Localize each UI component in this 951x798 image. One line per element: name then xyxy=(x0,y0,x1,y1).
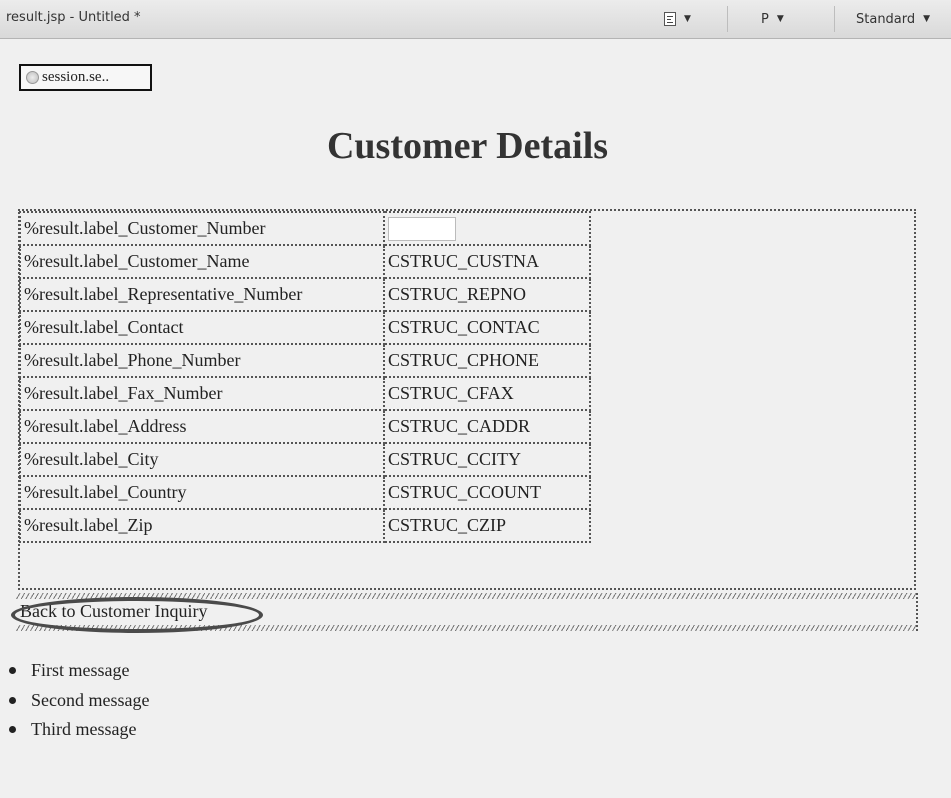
bullet-icon xyxy=(9,696,16,704)
chevron-down-icon: ▼ xyxy=(776,14,784,24)
style-dropdown[interactable]: P ▼ xyxy=(761,8,784,30)
table-row: %result.label_Customer_Name CSTRUC_CUSTN… xyxy=(19,244,591,279)
editor-tab-title[interactable]: result.jsp - Untitled * xyxy=(6,10,141,25)
chevron-down-icon: ▼ xyxy=(923,14,931,24)
editor-toolbar: result.jsp - Untitled * ▼ P ▼ Standard ▼ xyxy=(0,0,951,39)
field-label: %result.label_City xyxy=(19,442,385,477)
table-row: %result.label_Address CSTRUC_CADDR xyxy=(19,409,591,444)
highlight-circle xyxy=(11,597,263,633)
field-value[interactable]: CSTRUC_CCOUNT xyxy=(383,475,591,510)
table-row: %result.label_Phone_Number CSTRUC_CPHONE xyxy=(19,343,591,378)
session-bean-label: session.se.. xyxy=(42,69,110,85)
field-label: %result.label_Phone_Number xyxy=(19,343,385,378)
bullet-icon xyxy=(9,667,16,675)
field-label: %result.label_Customer_Name xyxy=(19,244,385,279)
toolbar-divider xyxy=(834,6,835,32)
field-label: %result.label_Address xyxy=(19,409,385,444)
table-row: %result.label_Representative_Number CSTR… xyxy=(19,277,591,312)
field-value[interactable]: CSTRUC_CONTAC xyxy=(383,310,591,345)
field-label: %result.label_Representative_Number xyxy=(19,277,385,312)
field-value[interactable]: CSTRUC_CZIP xyxy=(383,508,591,543)
customer-details-table: %result.label_Customer_Number %result.la… xyxy=(19,211,591,543)
field-label: %result.label_Fax_Number xyxy=(19,376,385,411)
field-value[interactable]: CSTRUC_CPHONE xyxy=(383,343,591,378)
field-value[interactable]: CSTRUC_CFAX xyxy=(383,376,591,411)
session-bean-icon xyxy=(26,71,39,84)
field-value[interactable]: CSTRUC_CADDR xyxy=(383,409,591,444)
message-text: Second message xyxy=(31,689,150,710)
field-value[interactable]: CSTRUC_CUSTNA xyxy=(383,244,591,279)
chevron-down-icon: ▼ xyxy=(684,14,691,24)
customer-number-field[interactable] xyxy=(388,216,456,241)
list-item: Third message xyxy=(0,715,149,745)
font-dropdown-value: Standard xyxy=(856,11,916,27)
field-label: %result.label_Customer_Number xyxy=(19,211,385,246)
table-row: %result.label_City CSTRUC_CCITY xyxy=(19,442,591,477)
table-row: %result.label_Fax_Number CSTRUC_CFAX xyxy=(19,376,591,411)
message-list: First message Second message Third messa… xyxy=(0,656,149,745)
field-label: %result.label_Contact xyxy=(19,310,385,345)
field-value-cell xyxy=(383,211,591,246)
field-value[interactable]: CSTRUC_REPNO xyxy=(383,277,591,312)
message-text: First message xyxy=(31,660,130,681)
table-row: %result.label_Contact CSTRUC_CONTAC xyxy=(19,310,591,345)
font-dropdown[interactable]: Standard ▼ xyxy=(856,8,930,30)
field-label: %result.label_Country xyxy=(19,475,385,510)
toolbar-divider xyxy=(727,6,728,32)
table-row: %result.label_Zip CSTRUC_CZIP xyxy=(19,508,591,543)
list-item: Second message xyxy=(0,686,149,716)
message-text: Third message xyxy=(31,719,137,740)
list-item: First message xyxy=(0,656,149,686)
table-row: %result.label_Country CSTRUC_CCOUNT xyxy=(19,475,591,510)
bullet-icon xyxy=(9,726,16,734)
field-value[interactable]: CSTRUC_CCITY xyxy=(383,442,591,477)
page-title: Customer Details xyxy=(326,125,609,167)
table-row: %result.label_Customer_Number xyxy=(19,211,591,246)
paragraph-format-dropdown[interactable]: ▼ xyxy=(664,8,691,30)
style-dropdown-value: P xyxy=(761,11,769,27)
field-label: %result.label_Zip xyxy=(19,508,385,543)
paragraph-format-icon xyxy=(664,12,676,26)
session-bean-element[interactable]: session.se.. xyxy=(19,64,152,91)
